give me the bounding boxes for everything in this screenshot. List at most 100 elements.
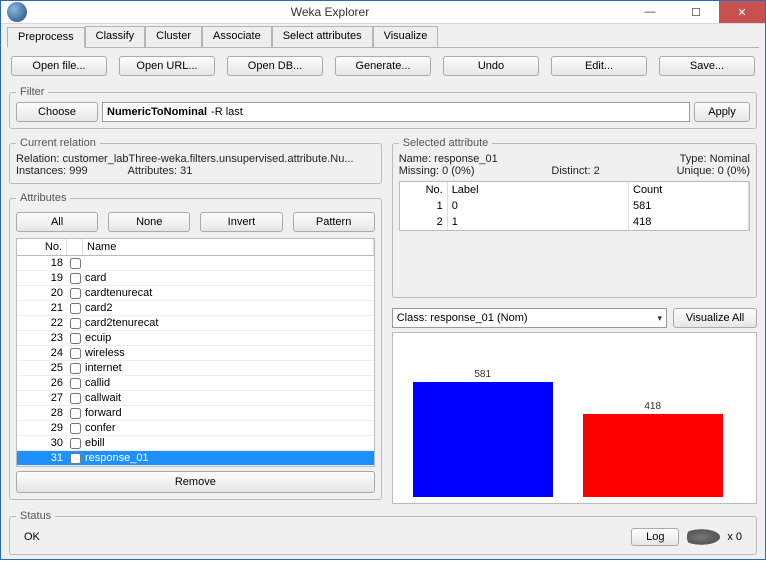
titlebar: Weka Explorer — ☐ ✕ (1, 1, 765, 24)
chart-bar-label: 418 (583, 401, 723, 412)
open-url-button[interactable]: Open URL... (119, 56, 215, 76)
class-selector[interactable]: Class: response_01 (Nom) ▾ (392, 308, 667, 328)
attr-row-check[interactable] (67, 453, 83, 464)
attr-row-check[interactable] (67, 438, 83, 449)
attr-row[interactable]: 31 response_01 (17, 451, 374, 466)
attr-col-name: Name (83, 239, 374, 255)
filter-apply-button[interactable]: Apply (694, 102, 750, 122)
attr-row[interactable]: 25internet (17, 361, 374, 376)
attr-row-check[interactable] (67, 258, 83, 269)
attr-row[interactable]: 28 forward (17, 406, 374, 421)
current-relation-group: Current relation Relation: customer_labT… (9, 137, 382, 184)
instances-value: 999 (69, 165, 87, 177)
tab-bar: PreprocessClassifyClusterAssociateSelect… (7, 26, 759, 48)
relation-value: customer_labThree-weka.filters.unsupervi… (62, 153, 353, 165)
attr-row-check[interactable] (67, 393, 83, 404)
maximize-button[interactable]: ☐ (673, 1, 719, 23)
attr-row-no: 31 (17, 452, 67, 464)
open-db-button[interactable]: Open DB... (227, 56, 323, 76)
remove-button[interactable]: Remove (16, 471, 375, 493)
attr-row-no: 26 (17, 377, 67, 389)
save-button[interactable]: Save... (659, 56, 755, 76)
chart-bar (583, 414, 723, 497)
app-icon (7, 2, 27, 22)
chart-bar (413, 382, 553, 497)
attr-row-check[interactable] (67, 273, 83, 284)
tab-associate[interactable]: Associate (202, 26, 272, 47)
attr-row-no: 24 (17, 347, 67, 359)
attr-row[interactable]: 27callwait (17, 391, 374, 406)
attributes-count-label: Attributes: (128, 165, 178, 177)
attr-row-name: forward (83, 407, 374, 419)
attr-row[interactable]: 22card2tenurecat (17, 316, 374, 331)
attr-row-no: 20 (17, 287, 67, 299)
attr-row[interactable]: 20 cardtenurecat (17, 286, 374, 301)
attributes-group: Attributes All None Invert Pattern No. N… (9, 192, 382, 500)
sel-distinct-label: Distinct: (551, 165, 590, 177)
status-counter: x 0 (727, 531, 742, 543)
attr-row-name: callid (83, 377, 374, 389)
attr-row[interactable]: 21card2 (17, 301, 374, 316)
log-button[interactable]: Log (631, 528, 679, 546)
tab-cluster[interactable]: Cluster (145, 26, 202, 47)
attr-row-check[interactable] (67, 378, 83, 389)
edit-button[interactable]: Edit... (551, 56, 647, 76)
status-group: Status OK Log x 0 (9, 510, 757, 555)
visualize-all-button[interactable]: Visualize All (673, 308, 757, 328)
attr-row[interactable]: 24 wireless (17, 346, 374, 361)
attr-row[interactable]: 29confer (17, 421, 374, 436)
status-text: OK (24, 531, 631, 543)
filter-name: NumericToNominal (107, 106, 207, 118)
tab-select-attributes[interactable]: Select attributes (272, 26, 373, 47)
close-button[interactable]: ✕ (719, 1, 765, 23)
attr-none-button[interactable]: None (108, 212, 190, 232)
tab-preprocess[interactable]: Preprocess (7, 27, 85, 48)
minimize-button[interactable]: — (627, 1, 673, 23)
attr-col-check (67, 239, 83, 255)
attr-row-check[interactable] (67, 333, 83, 344)
attr-pattern-button[interactable]: Pattern (293, 212, 375, 232)
attr-list[interactable]: 18 19card20 cardtenurecat 21card222card2ten… (16, 255, 375, 467)
attr-row[interactable]: 19card (17, 271, 374, 286)
attr-row-check[interactable] (67, 303, 83, 314)
attr-row-no: 23 (17, 332, 67, 344)
attr-all-button[interactable]: All (16, 212, 98, 232)
attr-invert-button[interactable]: Invert (200, 212, 282, 232)
attr-row-check[interactable] (67, 318, 83, 329)
filter-group: Filter Choose NumericToNominal -R last A… (9, 86, 757, 129)
relation-label: Relation: (16, 153, 59, 165)
attr-row-no: 29 (17, 422, 67, 434)
attr-row[interactable]: 30ebill (17, 436, 374, 451)
tab-visualize[interactable]: Visualize (373, 26, 439, 47)
sel-unique-label: Unique: (677, 165, 715, 177)
attr-row[interactable]: 18 (17, 256, 374, 271)
filter-args: -R last (211, 106, 243, 118)
attr-row-check[interactable] (67, 363, 83, 374)
tab-classify[interactable]: Classify (85, 26, 146, 47)
attr-row[interactable]: 26 callid (17, 376, 374, 391)
attr-row-no: 22 (17, 317, 67, 329)
attr-row-check[interactable] (67, 423, 83, 434)
sel-distinct-value: 2 (594, 165, 600, 177)
undo-button[interactable]: Undo (443, 56, 539, 76)
attr-row-name: wireless (83, 347, 374, 359)
attr-row-check[interactable] (67, 348, 83, 359)
filter-choose-button[interactable]: Choose (16, 102, 98, 122)
generate-button[interactable]: Generate... (335, 56, 431, 76)
sel-name-label: Name: (399, 153, 431, 165)
attr-row-no: 30 (17, 437, 67, 449)
attr-row-check[interactable] (67, 408, 83, 419)
chart-bar-label: 581 (413, 369, 553, 380)
attr-row-name: response_01 (83, 452, 374, 464)
attr-row-no: 18 (17, 257, 67, 269)
attr-row-no: 19 (17, 272, 67, 284)
filter-text[interactable]: NumericToNominal -R last (102, 102, 690, 122)
attr-row-no: 21 (17, 302, 67, 314)
open-file-button[interactable]: Open file... (11, 56, 107, 76)
attr-row-check[interactable] (67, 288, 83, 299)
sel-col-label: Label (448, 182, 629, 198)
attr-row[interactable]: 23 ecuip (17, 331, 374, 346)
attr-row-name: ecuip (83, 332, 374, 344)
attr-row-name: cardtenurecat (83, 287, 374, 299)
attr-row-no: 28 (17, 407, 67, 419)
